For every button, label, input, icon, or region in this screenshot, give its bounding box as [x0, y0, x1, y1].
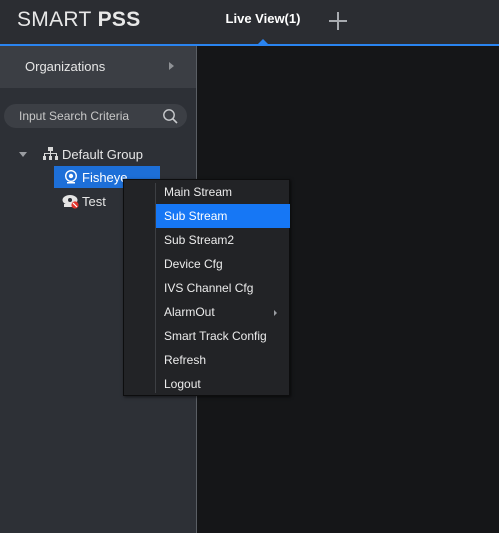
chevron-right-icon	[169, 62, 174, 70]
tree-group-default[interactable]: Default Group	[62, 147, 143, 162]
brand-text-bold: PSS	[97, 8, 141, 31]
tree-device-label: Fisheye	[82, 170, 128, 185]
tree-device-test[interactable]: Test	[82, 194, 106, 209]
tab-live-view[interactable]: Live View(1)	[210, 0, 316, 44]
fisheye-camera-icon	[65, 170, 77, 184]
menu-item-logout[interactable]: Logout	[156, 372, 290, 396]
submenu-arrow-icon	[274, 310, 277, 316]
menu-item-refresh[interactable]: Refresh	[156, 348, 290, 372]
organizations-label: Organizations	[25, 59, 106, 74]
brand-text-light: SMART	[17, 8, 92, 31]
search-icon[interactable]	[162, 108, 178, 124]
org-tree-icon	[43, 147, 58, 160]
organizations-header[interactable]: Organizations	[0, 46, 196, 88]
menu-item-device-cfg[interactable]: Device Cfg	[156, 252, 290, 276]
menu-item-sub-stream[interactable]: Sub Stream	[156, 204, 290, 228]
context-menu: Main Stream Sub Stream Sub Stream2 Devic…	[123, 179, 290, 396]
app-logo: SMART PSS	[17, 8, 141, 32]
offline-device-icon	[62, 195, 79, 209]
menu-item-smart-track-config[interactable]: Smart Track Config	[156, 324, 290, 348]
menu-item-ivs-channel-cfg[interactable]: IVS Channel Cfg	[156, 276, 290, 300]
menu-item-sub-stream2[interactable]: Sub Stream2	[156, 228, 290, 252]
menu-item-alarmout[interactable]: AlarmOut	[156, 300, 290, 324]
search-box	[4, 104, 187, 128]
plus-icon[interactable]	[326, 9, 350, 33]
top-bar: SMART PSS Live View(1)	[0, 0, 499, 44]
search-input[interactable]	[19, 108, 159, 124]
menu-item-main-stream[interactable]: Main Stream	[156, 180, 290, 204]
collapse-arrow-icon[interactable]	[19, 152, 27, 157]
